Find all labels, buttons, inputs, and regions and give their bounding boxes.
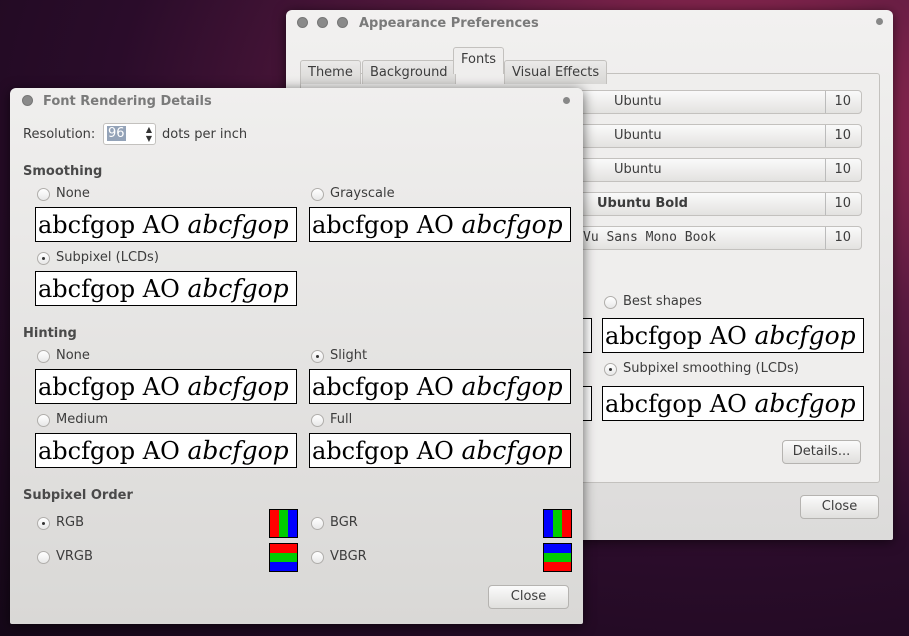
font-button-desktop[interactable]: Ubuntu 10: [570, 158, 862, 182]
sample-italic: abcfgop: [754, 321, 856, 350]
sample-regular: abcfgop AO: [38, 373, 188, 401]
font-size: 10: [825, 159, 851, 181]
sample-regular: abcfgop AO: [312, 373, 462, 401]
radio-best-shapes[interactable]: [604, 296, 617, 309]
radio-order-vrgb[interactable]: [37, 551, 50, 564]
sample-smoothing-grayscale: abcfgop AO abcfgop: [309, 207, 571, 242]
resolution-unit: dots per inch: [162, 127, 248, 142]
radio-subpixel-smoothing[interactable]: [604, 363, 617, 376]
tab-label: Theme: [308, 65, 353, 80]
font-size: 10: [825, 193, 851, 215]
smoothing-heading: Smoothing: [23, 164, 103, 179]
hinting-heading: Hinting: [23, 326, 77, 341]
sample-italic: abcfgop: [754, 389, 856, 418]
appearance-close-button[interactable]: Close: [800, 495, 879, 519]
window-title: Appearance Preferences: [359, 16, 539, 31]
sample-hinting-full: abcfgop AO abcfgop: [309, 433, 571, 468]
radio-label: VBGR: [330, 549, 367, 564]
sample-hinting-none: abcfgop AO abcfgop: [35, 369, 297, 404]
radio-hinting-full[interactable]: [311, 414, 324, 427]
sample-regular: abcfgop AO: [38, 275, 188, 303]
sample-italic: abcfgop: [461, 372, 563, 401]
minimize-window-icon[interactable]: [317, 17, 328, 28]
sample-italic: abcfgop: [461, 436, 563, 465]
radio-label: Subpixel (LCDs): [56, 250, 159, 265]
font-name: Ubuntu: [614, 162, 662, 177]
maximize-window-icon[interactable]: [337, 17, 348, 28]
close-window-icon[interactable]: [297, 17, 308, 28]
font-button-document[interactable]: Ubuntu 10: [570, 124, 862, 148]
sample-hinting-slight: abcfgop AO abcfgop: [309, 369, 571, 404]
radio-label: None: [56, 348, 90, 363]
font-size: 10: [825, 125, 851, 147]
radio-order-rgb[interactable]: [37, 517, 50, 530]
sample-regular: abcfgop AO: [312, 437, 462, 465]
radio-smoothing-grayscale[interactable]: [311, 188, 324, 201]
sample-regular: abcfgop AO: [605, 390, 755, 418]
tab-label: Visual Effects: [512, 65, 600, 80]
sample-hinting-medium: abcfgop AO abcfgop: [35, 433, 297, 468]
radio-order-bgr[interactable]: [311, 517, 324, 530]
radio-label: BGR: [330, 515, 358, 530]
radio-label: VRGB: [56, 549, 93, 564]
sample-best-shapes: abcfgop AO abcfgop: [602, 318, 864, 353]
font-name: Ubuntu: [614, 128, 662, 143]
radio-label: Full: [330, 412, 353, 427]
dialog-title: Font Rendering Details: [43, 94, 212, 109]
subpixel-order-heading: Subpixel Order: [23, 488, 133, 503]
vrgb-swatch-icon: [269, 543, 298, 572]
tab-theme[interactable]: Theme: [300, 60, 361, 84]
radio-smoothing-none[interactable]: [37, 188, 50, 201]
radio-label: RGB: [56, 515, 85, 530]
tab-label: Background: [370, 65, 448, 80]
radio-label: Subpixel smoothing (LCDs): [623, 361, 799, 376]
font-name: Vu Sans Mono Book: [583, 230, 717, 245]
dialog-close-button[interactable]: Close: [488, 585, 569, 609]
sample-italic: abcfgop: [187, 436, 289, 465]
radio-hinting-none[interactable]: [37, 350, 50, 363]
radio-label: Medium: [56, 412, 108, 427]
tab-visual-effects[interactable]: Visual Effects: [504, 60, 608, 84]
font-size: 10: [825, 227, 851, 249]
close-dialog-icon[interactable]: [22, 95, 33, 106]
font-size: 10: [825, 91, 851, 113]
font-button-fixed-width[interactable]: Vu Sans Mono Book 10: [570, 226, 862, 250]
radio-order-vbgr[interactable]: [311, 551, 324, 564]
sample-smoothing-subpixel: abcfgop AO abcfgop: [35, 271, 297, 306]
details-button[interactable]: Details...: [782, 440, 861, 464]
vbgr-swatch-icon: [543, 543, 572, 572]
sample-italic: abcfgop: [187, 274, 289, 303]
radio-hinting-slight[interactable]: [311, 350, 324, 363]
sample-regular: abcfgop AO: [605, 322, 755, 350]
font-button-application[interactable]: Ubuntu 10: [570, 90, 862, 114]
tab-background[interactable]: Background: [362, 60, 456, 84]
resolution-label: Resolution:: [23, 127, 96, 142]
radio-label: Best shapes: [623, 294, 702, 309]
radio-label: Slight: [330, 348, 368, 363]
sample-regular: abcfgop AO: [38, 437, 188, 465]
radio-label: Grayscale: [330, 186, 395, 201]
sample-regular: abcfgop AO: [312, 211, 462, 239]
tab-label: Fonts: [461, 52, 497, 67]
tab-fonts[interactable]: Fonts: [453, 47, 505, 74]
resize-grip-icon: [876, 18, 883, 25]
sample-italic: abcfgop: [187, 210, 289, 239]
resolution-value[interactable]: 96: [107, 126, 126, 141]
font-button-window-title[interactable]: Ubuntu Bold 10: [570, 192, 862, 216]
sample-subpixel-smoothing: abcfgop AO abcfgop: [602, 386, 864, 421]
radio-label: None: [56, 186, 90, 201]
sample-smoothing-none: abcfgop AO abcfgop: [35, 207, 297, 242]
resolution-spinbutton[interactable]: 96 ▲ ▼: [103, 123, 156, 145]
spin-arrows-icon[interactable]: ▲ ▼: [146, 125, 152, 143]
sample-italic: abcfgop: [461, 210, 563, 239]
rgb-swatch-icon: [269, 509, 298, 538]
radio-smoothing-subpixel[interactable]: [37, 252, 50, 265]
bgr-swatch-icon: [543, 509, 572, 538]
radio-hinting-medium[interactable]: [37, 414, 50, 427]
sample-regular: abcfgop AO: [38, 211, 188, 239]
font-name: Ubuntu Bold: [597, 196, 688, 211]
sample-italic: abcfgop: [187, 372, 289, 401]
font-name: Ubuntu: [614, 94, 662, 109]
resize-grip-icon: [563, 97, 570, 104]
